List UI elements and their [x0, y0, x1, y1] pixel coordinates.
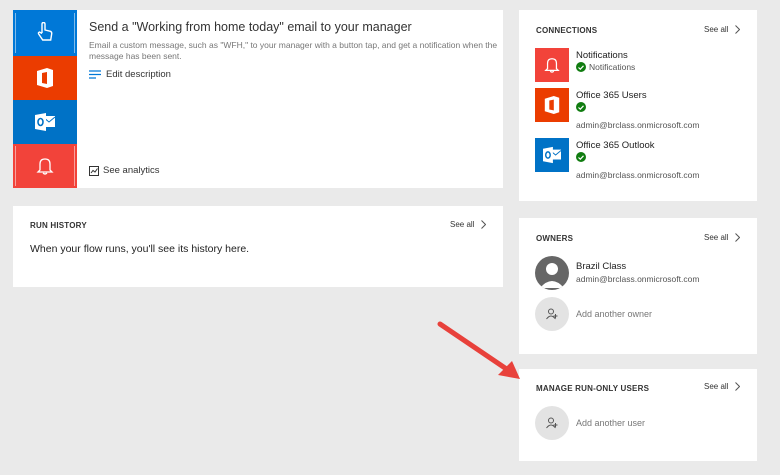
owner-avatar	[535, 256, 569, 290]
chart-icon	[89, 165, 99, 176]
add-owner-button[interactable]	[535, 297, 569, 331]
connection-email: admin@brclass.onmicrosoft.com	[576, 170, 700, 180]
flow-title: Send a "Working from home today" email t…	[89, 20, 412, 34]
see-all-label: See all	[704, 382, 729, 391]
connection-status: Notifications	[576, 62, 635, 72]
bell-icon	[36, 158, 54, 175]
add-user-label[interactable]: Add another user	[576, 418, 645, 428]
chevron-right-icon	[735, 25, 741, 34]
add-owner-label[interactable]: Add another owner	[576, 309, 652, 319]
run-history-see-all-button[interactable]: See all	[450, 220, 487, 229]
add-user-button[interactable]	[535, 406, 569, 440]
add-person-icon	[546, 417, 558, 429]
chevron-right-icon	[735, 382, 741, 391]
lines-icon	[89, 70, 101, 79]
trigger-tile	[13, 10, 77, 56]
connections-see-all-button[interactable]: See all	[704, 25, 741, 34]
connections-card: CONNECTIONS See all Notifications Notifi…	[519, 10, 757, 201]
chevron-right-icon	[735, 233, 741, 242]
run-history-empty-message: When your flow runs, you'll see its hist…	[30, 243, 250, 255]
edit-description-label: Edit description	[106, 69, 171, 80]
owner-email: admin@brclass.onmicrosoft.com	[576, 274, 700, 284]
connection-notifications[interactable]: Notifications Notifications	[535, 48, 750, 84]
see-analytics-button[interactable]: See analytics	[89, 165, 160, 176]
checkmark-icon	[576, 62, 586, 72]
notification-tile	[13, 144, 77, 188]
checkmark-icon	[576, 102, 586, 112]
office-icon	[544, 96, 560, 114]
see-analytics-label: See analytics	[103, 165, 160, 176]
checkmark-icon	[576, 152, 586, 162]
office-tile	[13, 56, 77, 100]
edit-description-button[interactable]: Edit description	[89, 69, 171, 80]
see-all-label: See all	[704, 25, 729, 34]
run-only-see-all-button[interactable]: See all	[704, 382, 741, 391]
chevron-right-icon	[481, 220, 487, 229]
outlook-tile	[13, 100, 77, 144]
owner-name: Brazil Class	[576, 261, 627, 272]
flow-summary-card: Send a "Working from home today" email t…	[13, 10, 503, 188]
run-history-card: RUN HISTORY See all When your flow runs,…	[13, 206, 503, 287]
owners-title: OWNERS	[536, 234, 574, 243]
touch-icon	[37, 22, 53, 41]
run-history-title: RUN HISTORY	[30, 221, 87, 230]
connection-name: Notifications	[576, 50, 628, 61]
see-all-label: See all	[450, 220, 475, 229]
connection-icon-tile	[535, 138, 569, 172]
run-only-title: MANAGE RUN-ONLY USERS	[536, 384, 650, 393]
office-icon	[37, 68, 53, 88]
owners-see-all-button[interactable]: See all	[704, 233, 741, 242]
see-all-label: See all	[704, 233, 729, 242]
connection-icon-tile	[535, 48, 569, 82]
connection-office365-users[interactable]: Office 365 Users admin@brclass.onmicroso…	[535, 88, 750, 134]
annotation-arrow	[437, 321, 520, 379]
outlook-icon	[35, 113, 56, 131]
connection-name: Office 365 Outlook	[576, 140, 655, 151]
connection-status	[576, 152, 586, 162]
bell-icon	[544, 58, 560, 73]
flow-description: Email a custom message, such as "WFH," t…	[89, 40, 498, 61]
connection-email: admin@brclass.onmicrosoft.com	[576, 120, 700, 130]
owners-card: OWNERS See all Brazil Class admin@brclas…	[519, 218, 757, 354]
connection-status	[576, 102, 586, 112]
connection-name: Office 365 Users	[576, 90, 647, 101]
add-person-icon	[546, 308, 558, 320]
person-icon	[540, 263, 564, 288]
connection-office365-outlook[interactable]: Office 365 Outlook admin@brclass.onmicro…	[535, 138, 750, 184]
outlook-icon	[543, 146, 562, 164]
connection-sub-label: Notifications	[589, 62, 636, 72]
connections-title: CONNECTIONS	[536, 26, 598, 35]
connection-icon-tile	[535, 88, 569, 122]
run-only-users-card: MANAGE RUN-ONLY USERS See all Add anothe…	[519, 369, 757, 461]
